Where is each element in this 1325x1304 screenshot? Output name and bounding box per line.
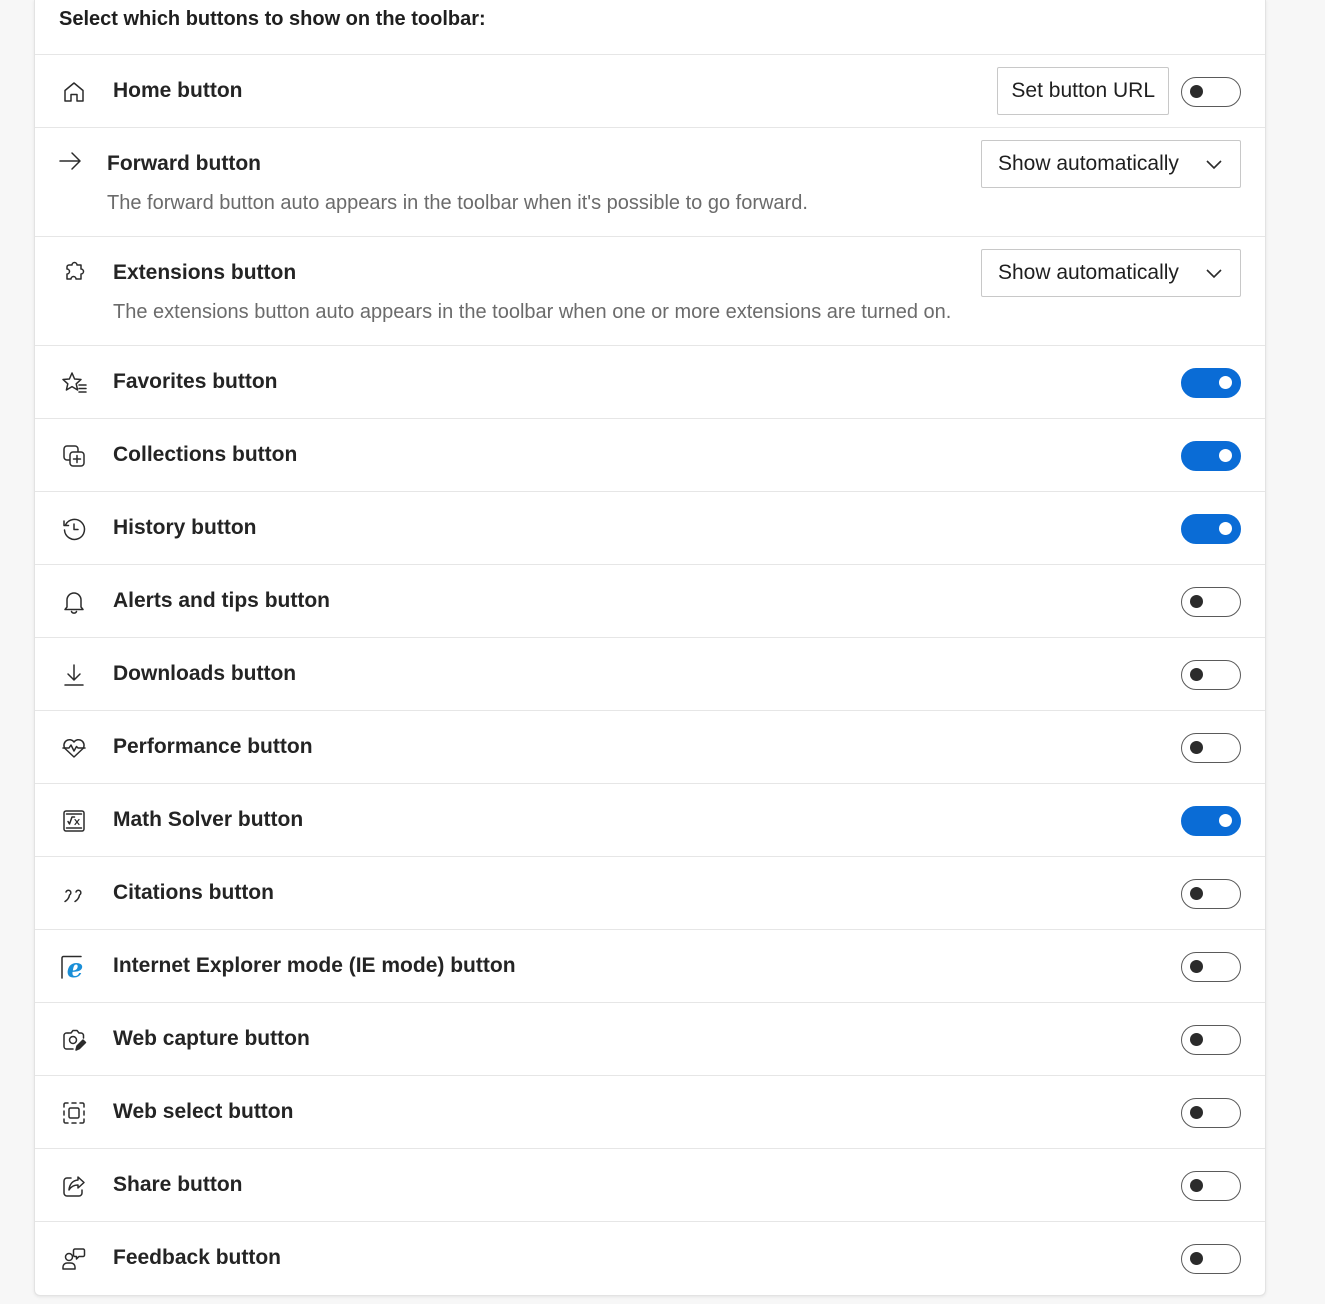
toggle-feedback-button[interactable] <box>1181 1244 1241 1274</box>
toolbar-settings-card: Select which buttons to show on the tool… <box>34 0 1266 1296</box>
setting-label-alerts: Alerts and tips button <box>113 589 330 612</box>
toggle-performance-button[interactable] <box>1181 733 1241 763</box>
setting-label-web-capture: Web capture button <box>113 1027 310 1050</box>
toggle-knob <box>1219 814 1232 827</box>
collections-icon <box>59 441 89 471</box>
bell-icon <box>59 587 89 617</box>
setting-row-forward: Forward button Show automatically The fo… <box>35 128 1265 237</box>
setting-row-feedback: Feedback button <box>35 1222 1265 1295</box>
toggle-knob <box>1190 1179 1203 1192</box>
web-capture-icon <box>59 1025 89 1055</box>
web-select-icon <box>59 1098 89 1128</box>
setting-row-collections: Collections button <box>35 419 1265 492</box>
setting-row-web-select: Web select button <box>35 1076 1265 1149</box>
setting-label-web-select: Web select button <box>113 1100 294 1123</box>
setting-label-share: Share button <box>113 1173 243 1196</box>
toggle-knob <box>1190 960 1203 973</box>
share-icon <box>59 1171 89 1201</box>
toggle-knob <box>1190 1033 1203 1046</box>
toggle-citations-button[interactable] <box>1181 879 1241 909</box>
toggle-knob <box>1190 85 1203 98</box>
toggle-favorites-button[interactable] <box>1181 368 1241 398</box>
chevron-down-icon <box>1206 160 1222 170</box>
set-button-url-button[interactable]: Set button URL <box>997 67 1169 115</box>
setting-label-forward: Forward button <box>107 152 261 175</box>
math-solver-icon <box>59 806 89 836</box>
setting-label-performance: Performance button <box>113 735 313 758</box>
download-icon <box>59 660 89 690</box>
setting-label-extensions: Extensions button <box>113 261 297 284</box>
heart-pulse-icon <box>59 733 89 763</box>
setting-row-performance: Performance button <box>35 711 1265 784</box>
chevron-down-icon <box>1206 269 1222 279</box>
setting-label-collections: Collections button <box>113 443 298 466</box>
ie-mode-icon: e <box>57 952 87 982</box>
setting-row-extensions: Extensions button Show automatically The… <box>35 237 1265 346</box>
section-title: Select which buttons to show on the tool… <box>35 0 1265 55</box>
puzzle-icon <box>59 257 89 287</box>
home-icon <box>59 77 89 107</box>
setting-label-favorites: Favorites button <box>113 370 278 393</box>
toggle-knob <box>1190 1106 1203 1119</box>
toggle-knob <box>1190 887 1203 900</box>
setting-row-ie-mode: e Internet Explorer mode (IE mode) butto… <box>35 930 1265 1003</box>
toggle-knob <box>1219 449 1232 462</box>
toggle-knob <box>1190 668 1203 681</box>
toggle-downloads-button[interactable] <box>1181 660 1241 690</box>
extensions-button-visibility-select[interactable]: Show automatically <box>981 249 1241 297</box>
setting-row-history: History button <box>35 492 1265 565</box>
toggle-math-solver-button[interactable] <box>1181 806 1241 836</box>
history-icon <box>59 514 89 544</box>
toggle-share-button[interactable] <box>1181 1171 1241 1201</box>
forward-button-visibility-select[interactable]: Show automatically <box>981 140 1241 188</box>
setting-row-share: Share button <box>35 1149 1265 1222</box>
setting-row-alerts: Alerts and tips button <box>35 565 1265 638</box>
setting-row-downloads: Downloads button <box>35 638 1265 711</box>
toggle-knob <box>1190 1252 1203 1265</box>
setting-row-favorites: Favorites button <box>35 346 1265 419</box>
favorites-star-icon <box>59 368 89 398</box>
toggle-knob <box>1190 741 1203 754</box>
arrow-right-icon <box>55 146 85 176</box>
toggle-knob <box>1219 376 1232 389</box>
setting-row-citations: Citations button <box>35 857 1265 930</box>
toggle-ie-mode-button[interactable] <box>1181 952 1241 982</box>
setting-label-math-solver: Math Solver button <box>113 808 304 831</box>
toggle-alerts-button[interactable] <box>1181 587 1241 617</box>
toggle-history-button[interactable] <box>1181 514 1241 544</box>
setting-row-home: Home button Set button URL <box>35 55 1265 128</box>
setting-description-forward: The forward button auto appears in the t… <box>107 192 808 214</box>
setting-label-home: Home button <box>113 79 243 102</box>
setting-row-web-capture: Web capture button <box>35 1003 1265 1076</box>
setting-label-downloads: Downloads button <box>113 662 297 685</box>
toggle-knob <box>1190 595 1203 608</box>
feedback-icon <box>59 1244 89 1274</box>
setting-label-feedback: Feedback button <box>113 1246 282 1269</box>
setting-label-citations: Citations button <box>113 881 274 904</box>
toggle-home-button[interactable] <box>1181 77 1241 107</box>
quote-icon <box>59 879 89 909</box>
select-value: Show automatically <box>998 152 1179 175</box>
toggle-knob <box>1219 522 1232 535</box>
select-value: Show automatically <box>998 261 1179 284</box>
setting-row-math-solver: Math Solver button <box>35 784 1265 857</box>
setting-label-ie-mode: Internet Explorer mode (IE mode) button <box>113 954 516 977</box>
setting-description-extensions: The extensions button auto appears in th… <box>113 301 952 323</box>
toggle-web-select-button[interactable] <box>1181 1098 1241 1128</box>
toggle-web-capture-button[interactable] <box>1181 1025 1241 1055</box>
setting-label-history: History button <box>113 516 257 539</box>
toggle-collections-button[interactable] <box>1181 441 1241 471</box>
